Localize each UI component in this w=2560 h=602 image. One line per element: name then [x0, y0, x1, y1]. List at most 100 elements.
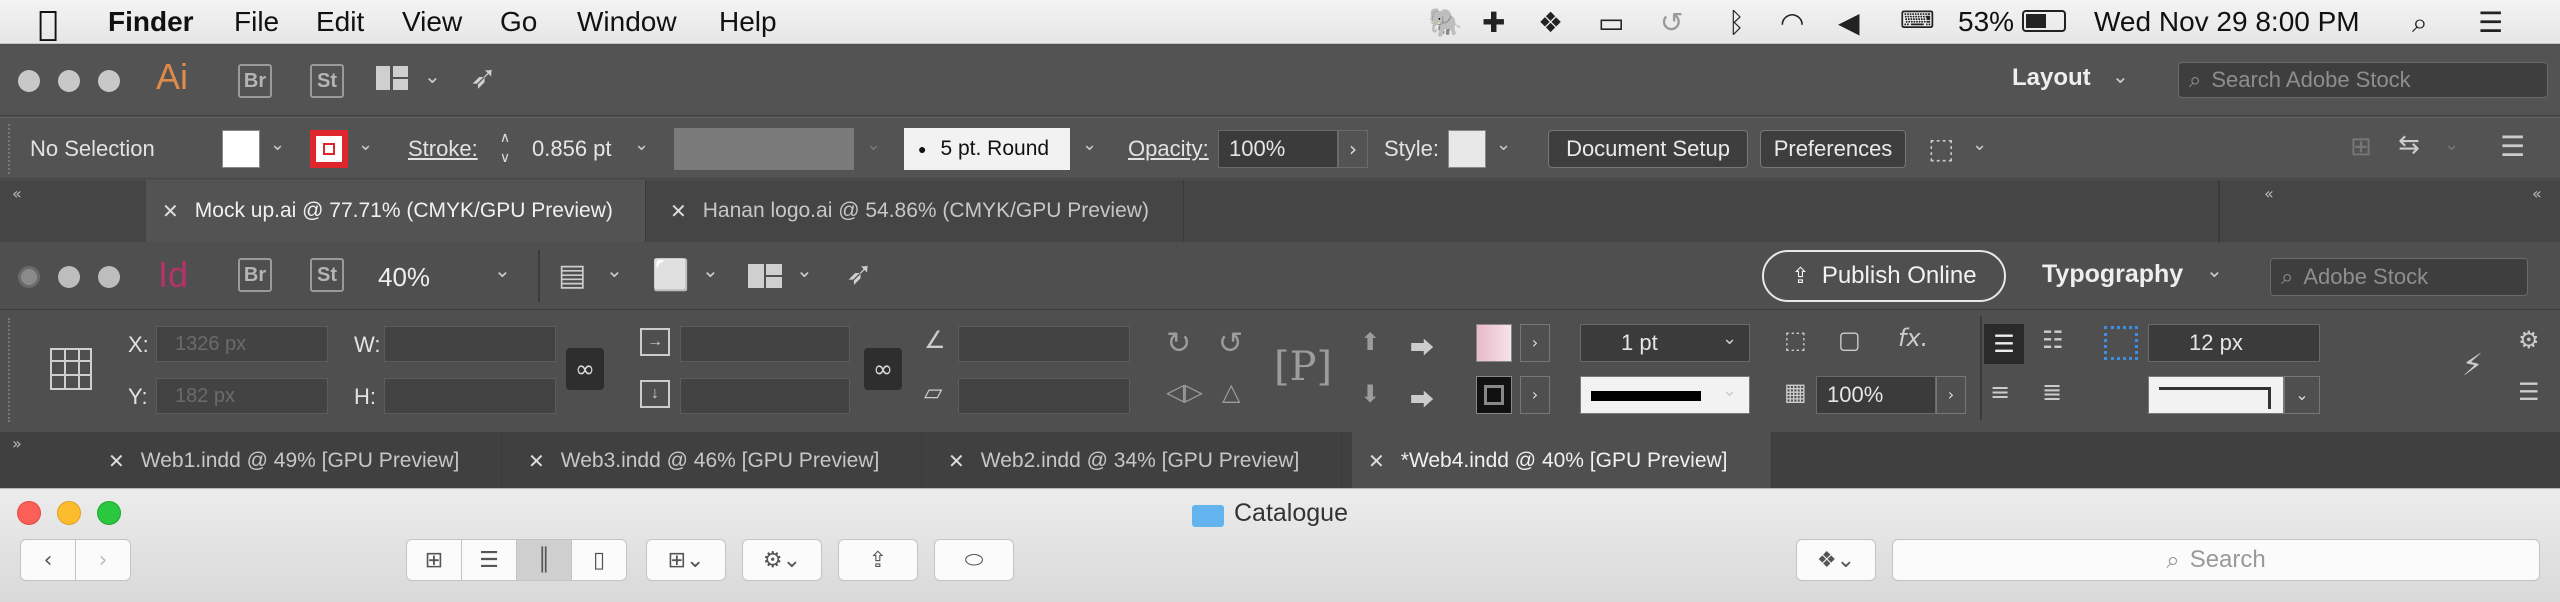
- wifi-icon[interactable]: ◠: [1780, 6, 1804, 39]
- zoom-chevron-icon[interactable]: ⌄: [494, 258, 511, 282]
- variable-width-profile[interactable]: [674, 128, 854, 170]
- bluetooth-icon[interactable]: ᛒ: [1728, 6, 1745, 39]
- forward-button[interactable]: ›: [75, 539, 131, 581]
- menu-help[interactable]: Help: [719, 6, 777, 38]
- group-by-button[interactable]: ⊞⌄: [646, 539, 726, 581]
- align-top-icon[interactable]: ≡: [1990, 378, 2010, 406]
- time-machine-icon[interactable]: ↺: [1660, 6, 1683, 39]
- stroke-stepper[interactable]: ∧ ∨: [494, 128, 516, 170]
- close-tab-icon[interactable]: ✕: [948, 449, 965, 473]
- screen-mode-icon[interactable]: ⬜: [652, 258, 689, 293]
- evernote-icon[interactable]: 🐘: [1428, 6, 1463, 39]
- stroke-swatch[interactable]: [1476, 376, 1512, 414]
- fill-swatch[interactable]: [222, 130, 260, 168]
- grip-handle[interactable]: [8, 318, 12, 422]
- id-close-button[interactable]: [18, 266, 40, 288]
- close-tab-icon[interactable]: ✕: [108, 449, 125, 473]
- plus-icon[interactable]: ✚: [1482, 6, 1505, 39]
- id-zoom-button[interactable]: [98, 266, 120, 288]
- expand-panels-icon[interactable]: «: [2532, 184, 2542, 203]
- airplay-icon[interactable]: ▭: [1598, 6, 1624, 39]
- gpu-rocket-icon[interactable]: ➶: [846, 254, 873, 292]
- tab-web4[interactable]: ✕ *Web4.indd @ 40% [GPU Preview]: [1352, 432, 1772, 490]
- publish-online-button[interactable]: ⇪ Publish Online: [1762, 250, 2006, 302]
- y-position-field[interactable]: 182 px: [156, 378, 328, 414]
- fill-arrow-icon[interactable]: ›: [1520, 324, 1550, 362]
- arrange-chevron-icon[interactable]: ⌄: [796, 258, 813, 282]
- tab-mock-up[interactable]: ✕ Mock up.ai @ 77.71% (CMYK/GPU Preview): [146, 180, 646, 242]
- ai-panel-menu-icon[interactable]: ☰: [2500, 130, 2525, 163]
- menu-app-name[interactable]: Finder: [108, 6, 194, 38]
- align-bottom-icon[interactable]: ≣: [2042, 378, 2062, 406]
- volume-icon[interactable]: ◀: [1838, 6, 1860, 39]
- clock[interactable]: Wed Nov 29 8:00 PM: [2094, 6, 2360, 38]
- column-view-button[interactable]: ║: [516, 539, 572, 581]
- collapse-left-icon[interactable]: «: [12, 184, 22, 203]
- stroke-weight-chevron-icon[interactable]: ⌄: [1722, 328, 1737, 349]
- scale-y-field[interactable]: [680, 378, 850, 414]
- share-button[interactable]: ⇪: [838, 539, 918, 581]
- id-minimize-button[interactable]: [58, 266, 80, 288]
- fill-swatch[interactable]: [1476, 324, 1512, 362]
- tags-button[interactable]: ⬭: [934, 539, 1014, 581]
- menu-window[interactable]: Window: [577, 6, 677, 38]
- tab-hanan-logo[interactable]: ✕ Hanan logo.ai @ 54.86% (CMYK/GPU Previ…: [654, 180, 1184, 242]
- brush-chevron-icon[interactable]: ⌄: [1082, 134, 1097, 155]
- screen-mode-chevron-icon[interactable]: ⌄: [702, 258, 719, 282]
- path-type-icon[interactable]: [P]: [1274, 344, 1332, 390]
- flip-horizontal-icon[interactable]: ◁▷: [1166, 378, 1203, 406]
- settings-gear-icon[interactable]: ⚙: [2518, 326, 2540, 354]
- tab-web3[interactable]: ✕ Web3.indd @ 46% [GPU Preview]: [512, 432, 922, 490]
- shear-field[interactable]: [958, 378, 1130, 414]
- ai-minimize-button[interactable]: [58, 70, 80, 92]
- ai-stock-search[interactable]: ⌕ Search Adobe Stock: [2178, 62, 2548, 98]
- back-button[interactable]: ‹: [20, 539, 76, 581]
- ai-zoom-button[interactable]: [98, 70, 120, 92]
- rotation-field[interactable]: [958, 326, 1130, 362]
- effects-fx-icon[interactable]: fx.: [1898, 324, 1928, 352]
- select-similar-icon[interactable]: ⬚: [1928, 132, 1954, 165]
- stroke-swatch-chevron-icon[interactable]: ⌄: [358, 134, 373, 155]
- finder-close-button[interactable]: [17, 501, 41, 525]
- graphic-style-swatch[interactable]: [1448, 130, 1486, 168]
- expand-left-icon[interactable]: »: [12, 434, 22, 453]
- stroke-type-chevron-icon[interactable]: ⌄: [1722, 380, 1737, 401]
- arrange-documents-icon[interactable]: [376, 66, 408, 92]
- id-bridge-button[interactable]: Br: [238, 258, 272, 292]
- rotate-ccw-icon[interactable]: ↺: [1218, 326, 1243, 361]
- id-stock-search[interactable]: ⌕ Adobe Stock: [2270, 258, 2528, 296]
- select-content-icon[interactable]: ⬇: [1360, 380, 1380, 408]
- rotate-cw-icon[interactable]: ↻: [1166, 326, 1191, 361]
- spotlight-icon[interactable]: ⌕: [2412, 6, 2428, 40]
- tab-web1[interactable]: ✕ Web1.indd @ 49% [GPU Preview]: [92, 432, 502, 490]
- profile-chevron-icon[interactable]: ⌄: [866, 134, 881, 155]
- stroke-arrow-icon[interactable]: ›: [1520, 376, 1550, 414]
- height-field[interactable]: [384, 378, 556, 414]
- stroke-label[interactable]: Stroke:: [408, 136, 478, 162]
- drop-shadow-icon[interactable]: ▢: [1838, 326, 1861, 354]
- ai-bridge-button[interactable]: Br: [238, 64, 272, 98]
- apple-menu-icon[interactable]: : [38, 4, 58, 44]
- menu-edit[interactable]: Edit: [316, 6, 364, 38]
- select-previous-icon[interactable]: ⮕: [1410, 328, 1434, 363]
- dropbox-icon[interactable]: ❖: [1538, 6, 1563, 39]
- opacity-arrow-icon[interactable]: ›: [1936, 376, 1966, 414]
- battery-icon[interactable]: [2022, 10, 2066, 32]
- view-options-chevron-icon[interactable]: ⌄: [606, 258, 623, 282]
- id-panel-menu-icon[interactable]: ☰: [2518, 378, 2540, 406]
- ai-close-button[interactable]: [18, 70, 40, 92]
- transform-chevron-icon[interactable]: ⌄: [2444, 134, 2459, 155]
- workspace-chevron-icon[interactable]: ⌄: [2206, 258, 2223, 282]
- reference-point-icon[interactable]: [50, 348, 92, 390]
- quick-apply-icon[interactable]: ⚡: [2462, 348, 2483, 383]
- close-tab-icon[interactable]: ✕: [162, 199, 179, 223]
- id-stock-button[interactable]: St: [310, 258, 344, 292]
- menu-view[interactable]: View: [402, 6, 462, 38]
- brush-definition[interactable]: ● 5 pt. Round: [904, 128, 1070, 170]
- select-container-icon[interactable]: ⬆: [1360, 328, 1380, 356]
- close-tab-icon[interactable]: ✕: [1368, 449, 1385, 473]
- x-position-field[interactable]: 1326 px: [156, 326, 328, 362]
- menu-file[interactable]: File: [234, 6, 279, 38]
- menu-go[interactable]: Go: [500, 6, 537, 38]
- fill-chevron-icon[interactable]: ⌄: [270, 134, 285, 155]
